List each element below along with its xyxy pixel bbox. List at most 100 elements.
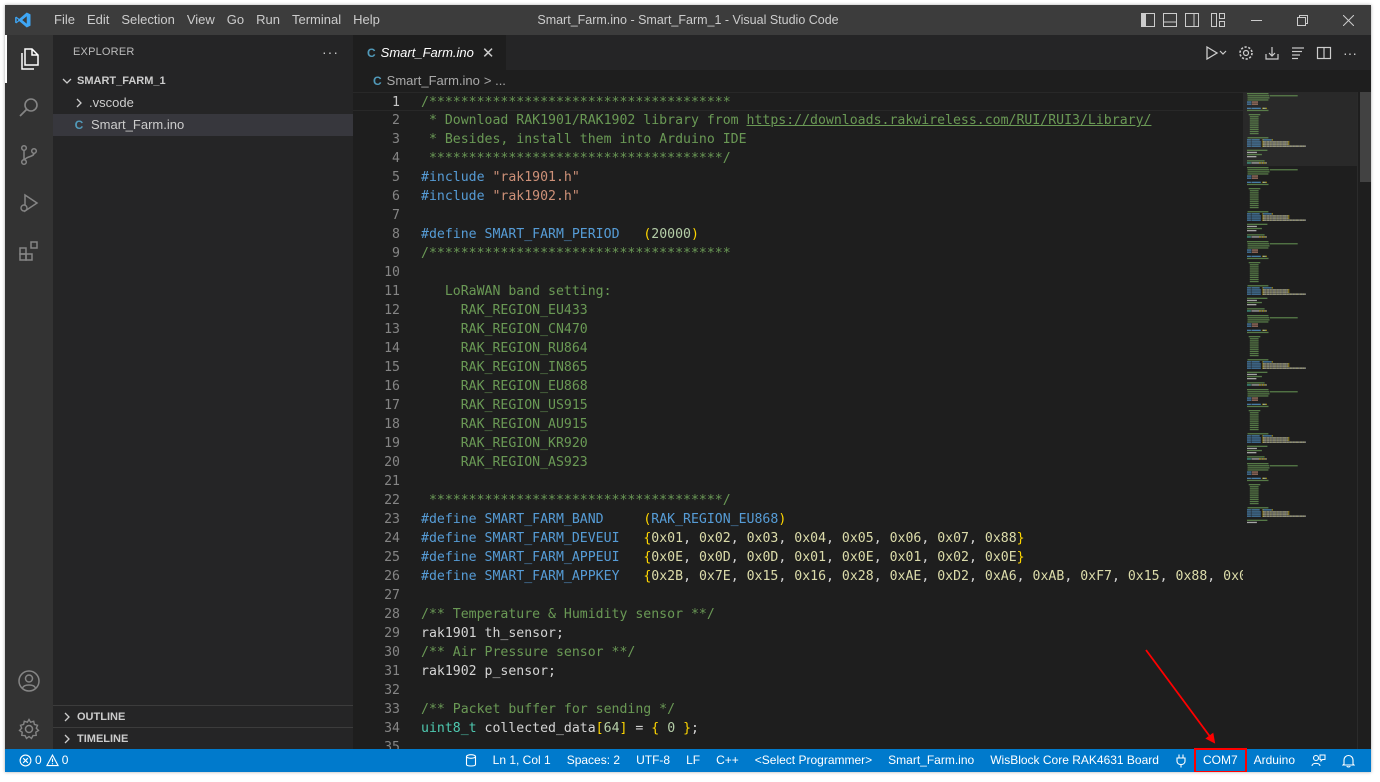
menu-file[interactable]: File [48,5,81,35]
toggle-secondary-sidebar-icon[interactable] [1181,5,1203,35]
menu-selection[interactable]: Selection [115,5,180,35]
code-line[interactable]: 12 RAK_REGION_EU433 [353,301,1243,320]
code-line[interactable]: 25 #define SMART_FARM_APPEUI {0x0E, 0x0D,… [353,548,1243,567]
code-line[interactable]: 2 * Download RAK1901/RAK1902 library fro… [353,111,1243,130]
code-line[interactable]: 15 RAK_REGION_IN865 [353,358,1243,377]
code-line[interactable]: 24 #define SMART_FARM_DEVEUI {0x01, 0x02,… [353,529,1243,548]
code-token: RAK_REGION_EU433 [421,303,588,318]
arduino-verify-icon[interactable] [1199,35,1233,70]
manage-gear-icon[interactable] [5,705,53,753]
restore-icon[interactable] [1279,5,1325,35]
scrollbar-thumb[interactable] [1360,92,1371,182]
feedback-icon[interactable] [1303,749,1334,772]
search-icon[interactable] [5,83,53,131]
menu-run[interactable]: Run [250,5,286,35]
code-line[interactable]: 35 [353,738,1243,749]
extensions-icon[interactable] [5,227,53,275]
cursor-position[interactable]: Ln 1, Col 1 [485,749,559,772]
code-line[interactable]: 13 RAK_REGION_CN470 [353,320,1243,339]
tab-close-icon[interactable]: ✕ [482,44,495,62]
code-token: , [778,550,795,565]
code-line[interactable]: 34 uint8_t collected_data[64] = { 0 }; [353,719,1243,738]
more-actions-icon[interactable]: ··· [322,35,339,70]
menu-view[interactable]: View [181,5,221,35]
database-icon[interactable] [457,749,485,772]
outline-section[interactable]: OUTLINE [53,705,353,727]
code-token: 0x28 [841,569,874,584]
code-line[interactable]: 3 * Besides, install them into Arduino I… [353,130,1243,149]
code-token: RAK_REGION_US915 [421,398,588,413]
code-line[interactable]: 17 RAK_REGION_US915 [353,396,1243,415]
code-line[interactable]: 18 RAK_REGION_AU915 [353,415,1243,434]
arduino-programmer-select[interactable]: <Select Programmer> [747,749,880,772]
code-line[interactable]: 26 #define SMART_FARM_APPKEY {0x2B, 0x7E,… [353,567,1243,586]
breadcrumb-more[interactable]: > ... [484,70,506,92]
menu-terminal[interactable]: Terminal [286,5,347,35]
toggle-primary-sidebar-icon[interactable] [1137,5,1159,35]
code-line[interactable]: 31 rak1902 p_sensor; [353,662,1243,681]
code-line[interactable]: 29 rak1901 th_sensor; [353,624,1243,643]
tree-item-smart-farm-ino[interactable]: C Smart_Farm.ino [53,114,353,136]
workspace-folder[interactable]: SMART_FARM_1 [53,70,353,92]
code-line[interactable]: 10 [353,263,1243,282]
problems-status[interactable]: 0 0 [15,749,76,772]
arduino-port-select[interactable]: COM7 [1193,748,1247,772]
serial-plug-icon[interactable] [1167,749,1195,772]
encoding-status[interactable]: UTF-8 [628,749,678,772]
source-control-icon[interactable] [5,131,53,179]
timeline-section[interactable]: TIMELINE [53,727,353,749]
code-line[interactable]: 5 #include "rak1901.h" [353,168,1243,187]
arduino-sketch-select[interactable]: Smart_Farm.ino [880,749,982,772]
code-line[interactable]: 11 LoRaWAN band setting: [353,282,1243,301]
arduino-status[interactable]: Arduino [1246,749,1303,772]
code-line[interactable]: 22 *************************************… [353,491,1243,510]
explorer-icon[interactable] [5,35,53,83]
code-line[interactable]: 6 #include "rak1902.h" [353,187,1243,206]
code-line[interactable]: 7 [353,206,1243,225]
code-line[interactable]: 14 RAK_REGION_RU864 [353,339,1243,358]
language-mode[interactable]: C++ [708,749,747,772]
editor-vertical-scrollbar[interactable] [1357,92,1371,749]
minimize-icon[interactable] [1233,5,1279,35]
tree-item-vscode-folder[interactable]: .vscode [53,92,353,114]
code-line[interactable]: 16 RAK_REGION_EU868 [353,377,1243,396]
code-line[interactable]: 19 RAK_REGION_KR920 [353,434,1243,453]
menu-go[interactable]: Go [221,5,250,35]
serial-monitor-icon[interactable] [1285,35,1311,70]
notifications-bell-icon[interactable] [1334,749,1363,772]
customize-layout-icon[interactable] [1203,5,1233,35]
line-number: 26 [384,569,400,584]
code-line[interactable]: 30 /** Air Pressure sensor **/ [353,643,1243,662]
chevron-right-icon [64,712,70,721]
split-editor-icon[interactable] [1311,35,1337,70]
code-line[interactable]: 9 /************************************** [353,244,1243,263]
code-line[interactable]: 1 /************************************** [353,92,1243,111]
code-line[interactable]: 27 [353,586,1243,605]
code-line[interactable]: 23 #define SMART_FARM_BAND (RAK_REGION_EU… [353,510,1243,529]
code-line[interactable]: 20 RAK_REGION_AS923 [353,453,1243,472]
code-editor[interactable]: 1 /**************************************… [353,92,1243,749]
arduino-upload-icon[interactable] [1259,35,1285,70]
code-text: RAK_REGION_RU864 [421,339,588,358]
arduino-board-select[interactable]: WisBlock Core RAK4631 Board [982,749,1167,772]
tab-smart-farm-ino[interactable]: C Smart_Farm.ino ✕ [353,35,506,70]
code-line[interactable]: 8 #define SMART_FARM_PERIOD (20000) [353,225,1243,244]
code-line[interactable]: 32 [353,681,1243,700]
menu-edit[interactable]: Edit [81,5,115,35]
breadcrumb-file[interactable]: Smart_Farm.ino [387,70,480,92]
menu-help[interactable]: Help [347,5,386,35]
code-line[interactable]: 28 /** Temperature & Humidity sensor **/ [353,605,1243,624]
code-line[interactable]: 33 /** Packet buffer for sending */ [353,700,1243,719]
code-line[interactable]: 4 *************************************/ [353,149,1243,168]
title-bar: File Edit Selection View Go Run Terminal Help S… [5,5,1371,35]
eol-status[interactable]: LF [678,749,708,772]
minimap[interactable] [1243,92,1358,749]
run-and-debug-icon[interactable] [5,179,53,227]
close-icon[interactable] [1325,5,1371,35]
code-line[interactable]: 21 [353,472,1243,491]
indentation-status[interactable]: Spaces: 2 [559,749,628,772]
arduino-board-config-icon[interactable] [1233,35,1259,70]
accounts-icon[interactable] [5,657,53,705]
toggle-panel-icon[interactable] [1159,5,1181,35]
more-editor-actions-icon[interactable]: ··· [1337,35,1363,70]
